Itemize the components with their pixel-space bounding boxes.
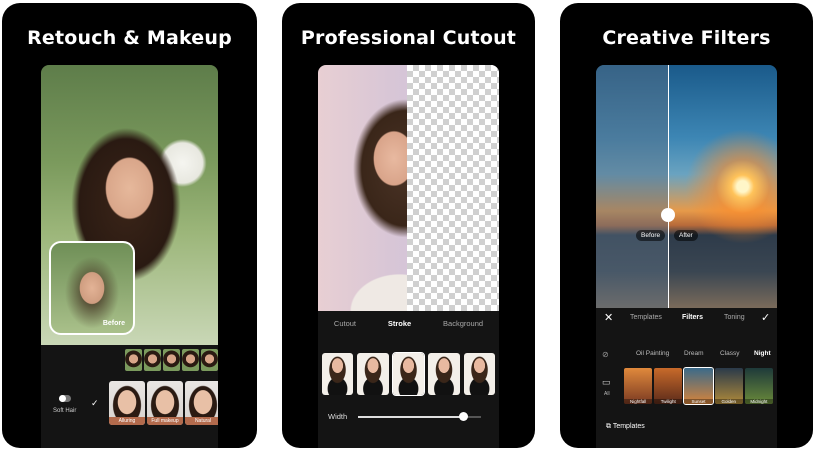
makeup-style-alluring[interactable]: Alluring [109, 381, 145, 425]
timeline-frame[interactable] [182, 349, 199, 371]
filter-tile-label: Sunset [684, 399, 713, 404]
card-title: Retouch & Makeup [27, 27, 232, 49]
width-label: Width [328, 412, 348, 421]
card-professional-cutout: Professional Cutout Cutout Stroke Backgr… [282, 3, 535, 448]
timeline-frame[interactable] [201, 349, 218, 371]
makeup-style-natural[interactable]: Natural [185, 381, 218, 425]
timeline-frame[interactable] [125, 349, 142, 371]
card-title: Creative Filters [602, 27, 771, 49]
before-inset[interactable]: Before [49, 241, 135, 335]
filter-tile-sunset[interactable]: Sunset [683, 367, 714, 405]
templates-link[interactable]: ⧉ Templates [606, 423, 645, 431]
filter-toolbar: ✕ Templates Filters Toning ✓ [596, 311, 777, 327]
filter-tiles: Nightfall Twilight Sunset Golden Midnigh… [624, 367, 774, 405]
cutout-tabs: Cutout Stroke Background [318, 319, 499, 328]
save-icon[interactable]: ▭ [602, 377, 611, 388]
compare-handle-icon[interactable] [661, 208, 675, 222]
card-creative-filters: Creative Filters Before After ✕ Template… [560, 3, 813, 448]
stroke-preset[interactable] [322, 353, 354, 395]
filter-tile-label: Twilight [654, 399, 683, 404]
no-filter-icon[interactable]: ⊘ [602, 350, 609, 359]
before-side [596, 65, 668, 308]
tab-templates[interactable]: Templates [630, 314, 662, 321]
stroke-presets [322, 352, 496, 396]
compare-divider[interactable] [668, 65, 669, 308]
filter-tile-label: Midnight [744, 399, 774, 404]
check-icon[interactable]: ✓ [91, 398, 99, 409]
tab-stroke[interactable]: Stroke [388, 319, 411, 328]
check-icon[interactable]: ✓ [761, 311, 770, 324]
timeline-frame[interactable] [144, 349, 161, 371]
category-night[interactable]: Night [754, 350, 771, 357]
transparency-checkerboard [407, 65, 499, 311]
makeup-style-full[interactable]: Full makeup [147, 381, 183, 425]
phone-screen: Before After ✕ Templates Filters Toning … [596, 65, 777, 448]
soft-hair-toggle[interactable] [59, 395, 71, 402]
timeline-strip[interactable] [125, 349, 218, 371]
phone-screen: Cutout Stroke Background Width [318, 65, 499, 448]
filter-tile-nightfall[interactable]: Nightfall [624, 368, 653, 404]
makeup-style-label: Full makeup [147, 417, 183, 425]
category-dream[interactable]: Dream [684, 350, 704, 357]
stroke-preset[interactable] [357, 353, 389, 395]
before-pill: Before [636, 230, 666, 241]
tab-cutout[interactable]: Cutout [334, 319, 356, 328]
category-classy[interactable]: Classy [720, 350, 740, 357]
timeline-frame[interactable] [163, 349, 180, 371]
tab-filters[interactable]: Filters [682, 314, 703, 321]
filter-tile-midnight[interactable]: Midnight [744, 368, 774, 404]
stroke-preset[interactable] [428, 353, 460, 395]
filter-categories: ⊘ Oil Painting Dream Classy Night [602, 350, 771, 362]
before-label: Before [102, 320, 125, 327]
slider-fill [358, 416, 463, 418]
category-oil-painting[interactable]: Oil Painting [636, 350, 669, 357]
templates-label: Templates [612, 423, 645, 430]
tab-background[interactable]: Background [443, 319, 483, 328]
all-label: All [604, 391, 610, 397]
tab-toning[interactable]: Toning [724, 314, 745, 321]
makeup-style-label: Natural [185, 417, 218, 425]
filter-tile-label: Golden [714, 399, 743, 404]
card-title: Professional Cutout [300, 27, 517, 49]
filter-tile-label: Nightfall [624, 399, 653, 404]
soft-hair-label: Soft Hair [53, 408, 77, 414]
close-icon[interactable]: ✕ [604, 311, 613, 324]
after-pill: After [674, 230, 698, 241]
width-slider[interactable] [358, 412, 481, 421]
card-retouch-makeup: Retouch & Makeup Before Soft Hair ✓ Allu… [2, 3, 257, 448]
phone-screen: Before Soft Hair ✓ Alluring Full makeup … [41, 65, 218, 448]
stroke-preset-selected[interactable] [391, 352, 426, 396]
slider-knob[interactable] [458, 412, 468, 421]
templates-icon: ⧉ [606, 423, 613, 430]
filter-tile-golden[interactable]: Golden [714, 368, 743, 404]
makeup-style-label: Alluring [109, 417, 145, 425]
stroke-preset[interactable] [463, 353, 496, 395]
filter-tile-twilight[interactable]: Twilight [654, 368, 683, 404]
